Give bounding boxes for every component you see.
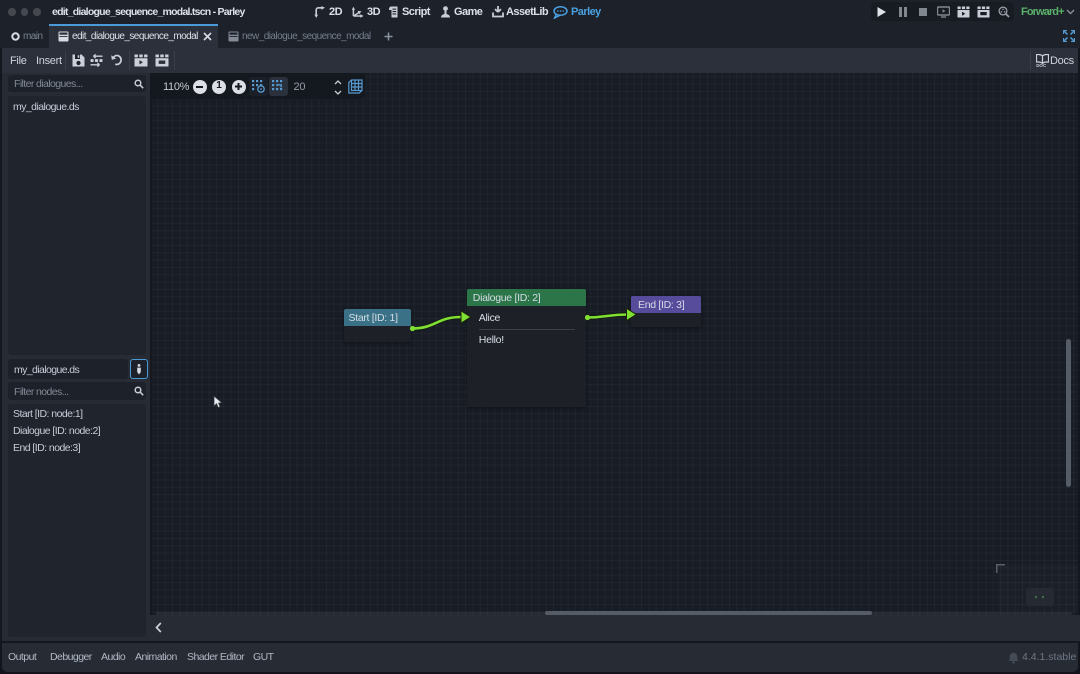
svg-text:DOC: DOC <box>1036 63 1047 67</box>
